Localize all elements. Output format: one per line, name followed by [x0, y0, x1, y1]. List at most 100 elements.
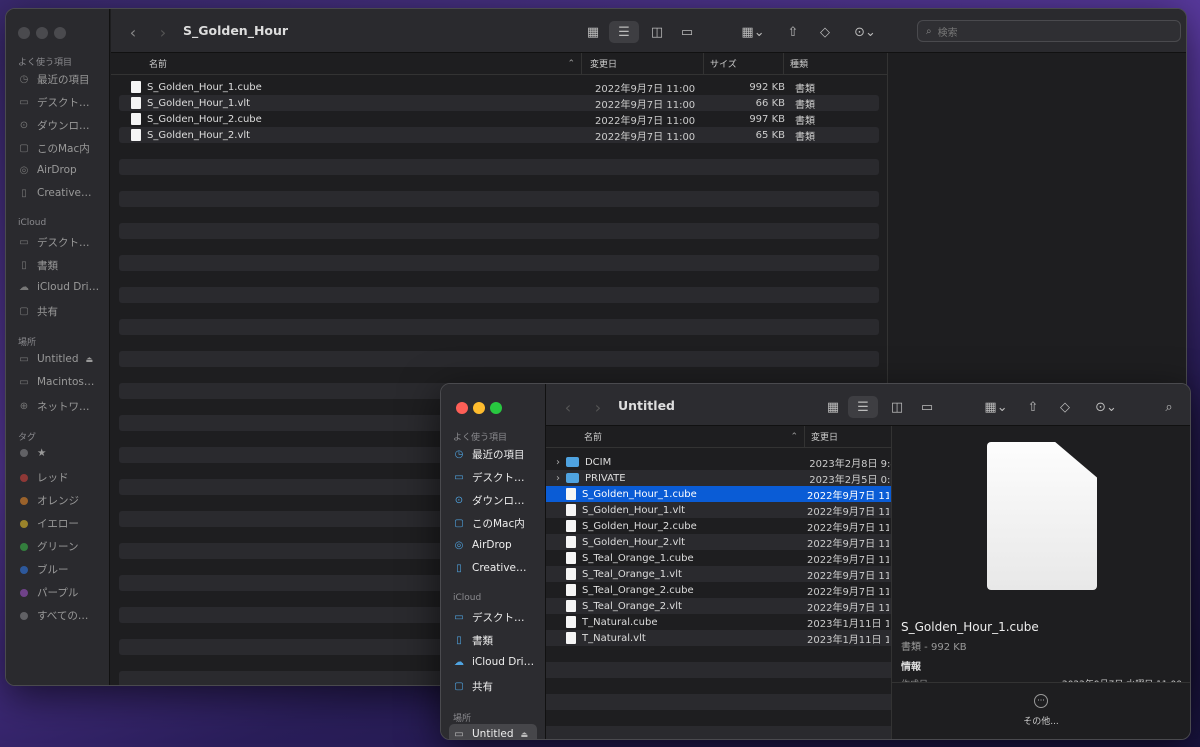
share-icon[interactable]: ⇧ [1022, 396, 1044, 418]
sidebar-tag[interactable]: イエロー [18, 516, 79, 531]
gallery-view-icon[interactable]: ▭ [673, 21, 701, 43]
column-header-name[interactable]: 名前 ⌃ [111, 53, 581, 75]
icon-view-icon[interactable]: ▦ [820, 396, 846, 418]
eject-icon[interactable]: ⏏ [521, 730, 529, 739]
list-view-icon[interactable]: ☰ [609, 21, 639, 43]
more-icon[interactable]: ⊙⌄ [1088, 396, 1124, 418]
file-date: 2023年1月11日 11: [807, 618, 889, 630]
sidebar-item[interactable]: ▭ デスクト… [453, 610, 524, 625]
sidebar-tag[interactable]: グリーン [18, 539, 78, 554]
sidebar-item[interactable]: ▭ デスクト… [18, 235, 89, 250]
gallery-view-icon[interactable]: ▭ [914, 396, 940, 418]
minimize-button[interactable] [36, 27, 48, 39]
eject-icon[interactable]: ⏏ [86, 355, 94, 364]
column-view-icon[interactable]: ◫ [643, 21, 671, 43]
sidebar-item[interactable]: ☁ iCloud Dri… [453, 656, 534, 668]
file-icon [566, 488, 576, 500]
table-row[interactable]: S_Golden_Hour_2.cube 2022年9月7日 11: [546, 518, 891, 534]
sidebar-item[interactable]: ☁ iCloud Dri… [18, 281, 99, 293]
sidebar-tag[interactable]: レッド [18, 470, 69, 485]
sidebar-item[interactable]: ⊕ ネットワ… [18, 399, 90, 414]
back-nav-icon[interactable]: ‹ [560, 396, 576, 418]
minimize-button[interactable] [473, 402, 485, 414]
sidebar-item[interactable]: ▢ このMac内 [453, 516, 525, 531]
sidebar-item[interactable]: ▢ 共有 [18, 304, 58, 319]
zoom-button[interactable] [54, 27, 66, 39]
sidebar-item[interactable]: ▭ デスクト… [453, 470, 524, 485]
sidebar-item-label: 共有 [37, 306, 58, 318]
column-header-date[interactable]: 変更日 [804, 426, 891, 448]
sidebar-item[interactable]: ◷ 最近の項目 [453, 447, 525, 462]
table-row[interactable]: S_Golden_Hour_1.cube 2022年9月7日 11:00 992 K… [131, 79, 891, 95]
sidebar-tag[interactable]: すべての… [18, 608, 88, 623]
sidebar-item-untitled[interactable]: ▭ Untitled ⏏ [449, 724, 537, 739]
table-row[interactable]: S_Teal_Orange_2.cube 2022年9月7日 11: [546, 582, 891, 598]
group-icon[interactable]: ▦⌄ [735, 21, 771, 43]
table-row[interactable]: S_Teal_Orange_1.cube 2022年9月7日 11: [546, 550, 891, 566]
zoom-button[interactable] [490, 402, 502, 414]
folder-row[interactable]: › PRIVATE 2023年2月5日 0:1 [546, 470, 891, 486]
sidebar-tag[interactable]: パープル [18, 585, 78, 600]
table-row[interactable]: S_Golden_Hour_1.vlt 2022年9月7日 11:00 66 KB 書… [131, 95, 891, 111]
sidebar-tag[interactable]: ブルー [18, 562, 69, 577]
icon-view-icon[interactable]: ▦ [579, 21, 607, 43]
cloud-icon: ☁ [454, 656, 464, 668]
sidebar-item[interactable]: ▯ 書類 [18, 258, 58, 273]
file-name: S_Golden_Hour_1.vlt [147, 97, 251, 109]
sidebar-tag[interactable]: ★ [18, 447, 46, 459]
sidebar-item[interactable]: ◎ AirDrop [453, 539, 512, 551]
sidebar-item[interactable]: ◷ 最近の項目 [18, 72, 90, 87]
sidebar-item[interactable]: ▭ Macintos… [18, 376, 94, 388]
table-row[interactable]: S_Teal_Orange_2.vlt 2022年9月7日 11: [546, 598, 891, 614]
file-date: 2022年9月7日 11: [807, 538, 889, 550]
file-name: PRIVATE [584, 472, 626, 484]
favorites-header: よく使う項目 [453, 433, 508, 443]
preview-filename: S_Golden_Hour_1.cube [901, 620, 1039, 634]
column-header-name[interactable]: 名前 ⌃ [546, 426, 804, 448]
sidebar-item[interactable]: ▯ Creative… [18, 187, 91, 199]
close-button[interactable] [18, 27, 30, 39]
column-header-size[interactable]: サイズ [703, 53, 783, 75]
table-row[interactable]: T_Natural.cube 2023年1月11日 11: [546, 614, 891, 630]
disclosure-chevron-icon[interactable]: › [556, 457, 566, 468]
column-view-icon[interactable]: ◫ [884, 396, 910, 418]
sidebar-item[interactable]: ⊙ ダウンロ… [453, 493, 525, 508]
sidebar-item[interactable]: ▯ 書類 [453, 633, 493, 648]
back-nav-icon[interactable]: ‹ [125, 21, 141, 43]
forward-nav-icon[interactable]: › [590, 396, 606, 418]
sidebar-item-label: 共有 [472, 681, 493, 693]
more-icon[interactable]: ⊙⌄ [847, 21, 883, 43]
sidebar-tag[interactable]: オレンジ [18, 493, 79, 508]
sidebar-item[interactable]: ◎ AirDrop [18, 164, 77, 176]
more-info-button[interactable]: ··· その他... [892, 694, 1190, 727]
sidebar-item[interactable]: ▯ Creative… [453, 562, 526, 574]
list-view-icon[interactable]: ☰ [848, 396, 878, 418]
table-row[interactable]: S_Golden_Hour_1.cube 2022年9月7日 11: [546, 486, 891, 502]
file-kind: 書類 [795, 115, 815, 127]
sidebar-item[interactable]: ▢ このMac内 [18, 141, 90, 156]
forward-nav-icon[interactable]: › [155, 21, 171, 43]
search-icon[interactable]: ⌕ [1158, 396, 1180, 418]
close-button[interactable] [456, 402, 468, 414]
table-row[interactable]: T_Natural.vlt 2023年1月11日 11: [546, 630, 891, 646]
search-field[interactable]: ⌕ 検索 [917, 20, 1181, 42]
table-row[interactable]: S_Golden_Hour_1.vlt 2022年9月7日 11: [546, 502, 891, 518]
sidebar-item[interactable]: ▢ 共有 [453, 679, 493, 694]
sidebar-item[interactable]: ▭ デスクト… [18, 95, 89, 110]
column-header-kind[interactable]: 種類 [783, 53, 887, 75]
table-row[interactable]: S_Golden_Hour_2.cube 2022年9月7日 11:00 997 K… [131, 111, 891, 127]
folder-row[interactable]: › DCIM 2023年2月8日 9:4 [546, 454, 891, 470]
share-icon[interactable]: ⇧ [781, 21, 805, 43]
disclosure-chevron-icon[interactable]: › [556, 473, 566, 484]
back-sidebar: よく使う項目 ◷ 最近の項目 ▭ デスクト… ⊙ ダウンロ… ▢ このMac内 ◎ AirDrop… [6, 9, 110, 685]
table-row[interactable]: S_Teal_Orange_1.vlt 2022年9月7日 11: [546, 566, 891, 582]
tag-icon[interactable]: ◇ [1054, 396, 1076, 418]
table-row[interactable]: S_Golden_Hour_2.vlt 2022年9月7日 11:00 65 KB 書… [131, 127, 891, 143]
sidebar-item[interactable]: ▭ Untitled ⏏ [18, 353, 93, 365]
group-icon[interactable]: ▦⌄ [978, 396, 1014, 418]
tag-color-dot [20, 542, 28, 551]
sidebar-item[interactable]: ⊙ ダウンロ… [18, 118, 90, 133]
column-header-date[interactable]: 変更日 [581, 53, 703, 75]
table-row[interactable]: S_Golden_Hour_2.vlt 2022年9月7日 11: [546, 534, 891, 550]
tag-icon[interactable]: ◇ [813, 21, 837, 43]
